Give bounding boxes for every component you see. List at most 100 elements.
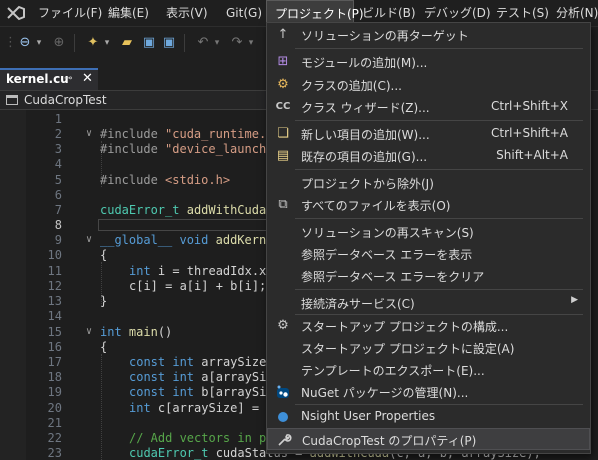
- menu-item-nsight-properties[interactable]: Nsight User Properties: [267, 406, 590, 428]
- line-number: 11: [47, 264, 62, 278]
- line-number: 17: [47, 355, 62, 369]
- add-module-icon: ⊞: [277, 54, 289, 69]
- fold-collapse-icon[interactable]: ∨: [86, 325, 92, 339]
- toolbar-grip-icon: ⋮: [4, 35, 17, 50]
- menu-separator: [295, 218, 583, 219]
- tab-kernel-cu[interactable]: kernel.cu ⊸ ✕: [0, 68, 98, 90]
- line-number: 15: [47, 325, 62, 339]
- menu-item-export-template[interactable]: テンプレートのエクスポート(E)...: [267, 359, 590, 381]
- show-all-files-icon: ⧉: [278, 197, 288, 212]
- code-line: }: [100, 294, 108, 308]
- existing-item-icon: ▤: [276, 148, 290, 163]
- line-number: 1: [54, 112, 62, 126]
- menu-edit[interactable]: 編集(E): [108, 0, 149, 26]
- line-number: 13: [47, 294, 62, 308]
- line-number: 14: [47, 309, 62, 323]
- indent-guide: [101, 354, 102, 460]
- menu-separator: [295, 404, 583, 405]
- new-dropdown-icon[interactable]: ▾: [102, 34, 112, 52]
- code-line: #include <stdio.h>: [100, 173, 231, 187]
- wrench-icon: [276, 432, 292, 448]
- menu-separator: [295, 120, 583, 121]
- line-number: 20: [47, 401, 62, 415]
- line-number: 4: [54, 157, 62, 171]
- back-dropdown-icon[interactable]: ▾: [34, 34, 44, 52]
- save-all-icon[interactable]: ▣: [160, 34, 178, 52]
- line-number: 12: [47, 279, 62, 293]
- line-number-current: 8: [54, 218, 62, 232]
- project-icon: [6, 95, 18, 105]
- line-number: 10: [47, 248, 62, 262]
- menu-item-rescan-solution[interactable]: ソリューションの再スキャン(S): [267, 221, 590, 243]
- line-number: 2: [54, 127, 62, 141]
- project-dropdown[interactable]: CudaCropTest: [24, 93, 107, 107]
- toolbar-separator: [184, 34, 185, 52]
- toolbar-separator: [74, 34, 75, 52]
- code-line: {: [100, 340, 108, 354]
- menu-item-set-startup[interactable]: スタートアップ プロジェクトに設定(A): [267, 337, 590, 359]
- menu-view[interactable]: 表示(V): [166, 0, 208, 26]
- code-line: c[i] = a[i] + b[i];: [129, 279, 267, 293]
- menu-item-class-wizard[interactable]: CC クラス ウィザード(Z)... Ctrl+Shift+X: [267, 96, 590, 118]
- menu-git[interactable]: Git(G): [226, 0, 262, 26]
- menu-item-project-properties[interactable]: CudaCropTest のプロパティ(P): [267, 428, 590, 450]
- line-number: 16: [47, 340, 62, 354]
- save-icon[interactable]: ▣: [140, 34, 158, 52]
- editor-margin: [0, 110, 26, 460]
- gear-icon: ⚙: [277, 318, 289, 333]
- tab-label: kernel.cu: [6, 72, 69, 86]
- menu-item-connected-services[interactable]: 接続済みサービス(C) ▶: [267, 292, 590, 314]
- line-number: 3: [54, 142, 62, 156]
- add-class-icon: ⚙: [277, 77, 289, 92]
- menu-item-add-existing-item[interactable]: ▤ 既存の項目の追加(G)... Shift+Alt+A: [267, 145, 590, 167]
- new-item-icon: ❏: [277, 126, 289, 141]
- redo-dropdown-icon[interactable]: ▾: [246, 34, 256, 52]
- line-number: 9: [54, 233, 62, 247]
- fold-collapse-icon[interactable]: ∨: [86, 127, 92, 141]
- new-project-icon[interactable]: ✦: [84, 34, 102, 52]
- menu-item-configure-startup[interactable]: ⚙ スタートアップ プロジェクトの構成...: [267, 315, 590, 337]
- code-line: #include "cuda_runtime.h": [100, 127, 281, 141]
- menu-separator: [295, 289, 583, 290]
- navigate-back-icon[interactable]: ⊖: [16, 34, 34, 52]
- code-line: {: [100, 248, 108, 262]
- line-number: 5: [54, 173, 62, 187]
- menu-item-show-db-errors[interactable]: 参照データベース エラーを表示: [267, 243, 590, 265]
- fold-collapse-icon[interactable]: ∨: [86, 233, 92, 247]
- menu-file[interactable]: ファイル(F): [38, 0, 102, 26]
- visual-studio-logo-icon[interactable]: [6, 4, 26, 22]
- undo-dropdown-icon[interactable]: ▾: [212, 34, 222, 52]
- code-line: __global__ void addKernel: [100, 233, 281, 247]
- line-number: 7: [54, 203, 62, 217]
- arrow-up-icon: ↑: [277, 27, 289, 42]
- undo-icon[interactable]: ↶: [194, 34, 212, 52]
- close-icon[interactable]: ✕: [82, 71, 93, 86]
- line-number: 6: [54, 188, 62, 202]
- menu-separator: [295, 169, 583, 170]
- menu-item-manage-nuget[interactable]: NuGet パッケージの管理(N)...: [267, 381, 590, 403]
- pin-icon[interactable]: ⊸: [64, 73, 72, 84]
- menu-item-retarget-solution[interactable]: ↑ ソリューションの再ターゲット: [267, 24, 590, 46]
- redo-icon[interactable]: ↷: [228, 34, 246, 52]
- menu-item-add-module[interactable]: ⊞ モジュールの追加(M)...: [267, 51, 590, 73]
- nsight-icon: [275, 409, 291, 425]
- code-line: int main(): [100, 325, 173, 339]
- class-wizard-icon: CC: [275, 101, 291, 112]
- submenu-arrow-icon: ▶: [571, 295, 578, 305]
- line-number: 19: [47, 385, 62, 399]
- line-number: 18: [47, 370, 62, 384]
- nuget-icon: [275, 384, 291, 400]
- menu-separator: [295, 48, 583, 49]
- menu-item-show-all-files[interactable]: ⧉ すべてのファイルを表示(O): [267, 194, 590, 216]
- menu-item-exclude-from-project[interactable]: プロジェクトから除外(J): [267, 172, 590, 194]
- open-folder-icon[interactable]: ▰: [118, 34, 136, 52]
- menu-item-clear-db-errors[interactable]: 参照データベース エラーをクリア: [267, 265, 590, 287]
- menu-item-add-class[interactable]: ⚙ クラスの追加(C)...: [267, 74, 590, 96]
- current-line-highlight: [98, 219, 268, 231]
- line-number: 22: [47, 431, 62, 445]
- menu-item-add-new-item[interactable]: ❏ 新しい項目の追加(W)... Ctrl+Shift+A: [267, 123, 590, 145]
- line-number: 21: [47, 416, 62, 430]
- code-line: cudaError_t addWithCuda: [100, 203, 267, 217]
- navigate-forward-icon[interactable]: ⊕: [50, 34, 68, 52]
- line-number: 23: [47, 446, 62, 460]
